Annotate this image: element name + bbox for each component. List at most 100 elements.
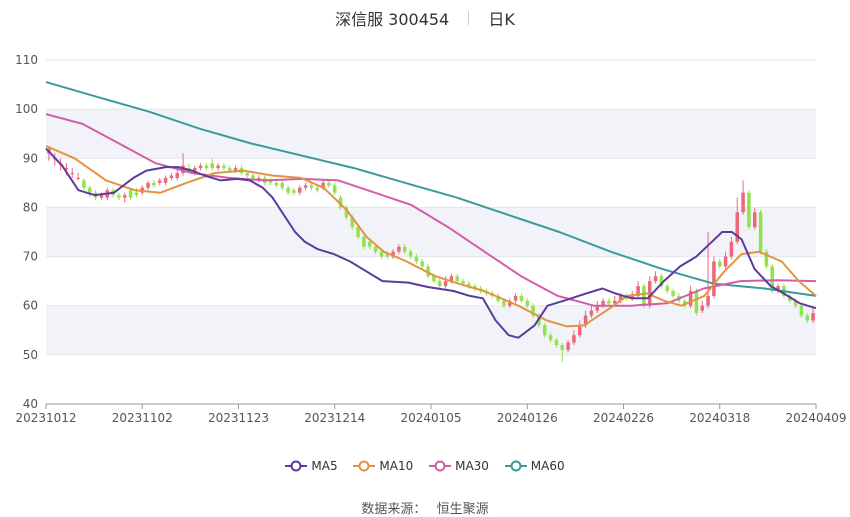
candle-body	[280, 182, 284, 188]
x-tick-label: 20240126	[497, 411, 558, 425]
legend-item-ma30[interactable]: MA30	[429, 459, 489, 473]
candle-body	[712, 261, 716, 296]
candle-body	[694, 290, 699, 314]
candle-body	[397, 246, 401, 252]
candle-body	[76, 177, 80, 179]
legend-label-ma30: MA30	[455, 458, 489, 473]
x-tick-label: 20231102	[112, 411, 173, 425]
candle-body	[82, 180, 86, 188]
candle-body	[753, 212, 757, 228]
source-value: 恒生聚源	[436, 502, 489, 517]
candle-body	[642, 286, 646, 306]
candle-body	[303, 185, 308, 188]
candle-body	[519, 295, 524, 301]
candle-body	[589, 310, 594, 316]
legend-label-ma10: MA10	[379, 458, 414, 473]
candle-body	[805, 315, 809, 321]
candle-body	[461, 281, 465, 284]
data-source: 数据来源： 恒生聚源	[0, 498, 850, 517]
candle-body	[706, 295, 710, 306]
candle-body	[88, 187, 92, 193]
candle-body	[134, 192, 139, 196]
y-tick-label: 90	[23, 151, 38, 165]
candle-body	[700, 305, 704, 311]
candle-body	[152, 182, 156, 186]
candle-body	[607, 300, 611, 304]
candle-body	[408, 251, 413, 257]
candle-body	[309, 185, 314, 188]
candle-body	[502, 300, 506, 306]
candle-body	[665, 286, 669, 291]
candle-body	[175, 173, 179, 178]
candle-body	[70, 173, 74, 175]
plot-band	[46, 305, 816, 355]
ma60-legend-icon	[504, 460, 527, 472]
y-tick-label: 40	[23, 397, 38, 411]
y-tick-label: 80	[23, 200, 38, 214]
candle-body	[554, 340, 559, 346]
candle-body	[163, 177, 168, 183]
candle-body	[216, 165, 220, 169]
candle-body	[799, 305, 804, 316]
legend-label-ma5: MA5	[311, 458, 338, 473]
candle-body	[315, 187, 319, 191]
candle-body	[420, 261, 424, 267]
x-tick-label: 20240318	[689, 411, 750, 425]
candle-body	[128, 190, 133, 198]
candle-body	[525, 300, 529, 306]
plot-bands	[46, 109, 816, 355]
candle-body	[443, 281, 448, 287]
x-tick-label: 20240105	[400, 411, 461, 425]
y-tick-label: 50	[23, 348, 38, 362]
plot-band	[46, 207, 816, 257]
candle-body	[123, 195, 127, 198]
candle-body	[758, 212, 763, 252]
candle-body	[99, 195, 104, 198]
candle-body	[117, 195, 121, 198]
candle-body	[572, 335, 576, 343]
candle-body	[169, 175, 174, 178]
candle-body	[274, 182, 279, 186]
candle-body	[403, 246, 407, 252]
candle-body	[811, 313, 815, 321]
candle-body	[578, 325, 582, 336]
candle-body	[146, 182, 150, 188]
legend-item-ma60[interactable]: MA60	[504, 458, 565, 473]
kline-chart: 405060708090100110 20231012 20231102 20231…	[15, 53, 847, 425]
candle-body	[455, 276, 459, 282]
y-tick-label: 60	[23, 299, 38, 313]
x-tick-label: 20231214	[304, 411, 365, 425]
x-tick-label: 20231123	[208, 411, 269, 425]
x-tick-label: 20231012	[15, 411, 76, 425]
candle-body	[671, 290, 675, 296]
ma5-legend-icon	[285, 460, 308, 472]
candle-body	[368, 241, 372, 247]
candle-body	[723, 256, 728, 267]
candle-body	[333, 185, 337, 193]
candle-body	[718, 261, 722, 267]
candle-body	[379, 251, 384, 257]
x-axis-ticks: 20231012 20231102 20231123 20231214 20240105…	[15, 404, 847, 425]
candle-body	[222, 165, 226, 169]
candle-body	[560, 345, 564, 350]
legend-item-ma5[interactable]: MA5	[285, 458, 338, 473]
legend-item-ma10[interactable]: MA10	[353, 459, 413, 473]
ma30-legend-icon	[429, 460, 452, 472]
candle-body	[741, 192, 745, 213]
legend-label-ma60: MA60	[530, 458, 565, 473]
candle-body	[327, 182, 331, 186]
candle-body	[729, 241, 734, 257]
candle-body	[158, 180, 162, 183]
candle-body	[228, 168, 232, 171]
candle-body	[548, 335, 553, 341]
x-tick-label: 20240409	[785, 411, 846, 425]
y-axis-ticks: 40 50 60 70 80 90 100 110	[15, 53, 38, 411]
candle-body	[543, 325, 547, 336]
y-tick-label: 110	[15, 53, 38, 67]
source-label: 数据来源：	[361, 502, 427, 517]
candle-body	[414, 256, 419, 262]
candle-body	[373, 246, 378, 252]
candle-body	[204, 165, 209, 169]
candle-body	[747, 192, 751, 228]
candle-body	[298, 187, 302, 193]
